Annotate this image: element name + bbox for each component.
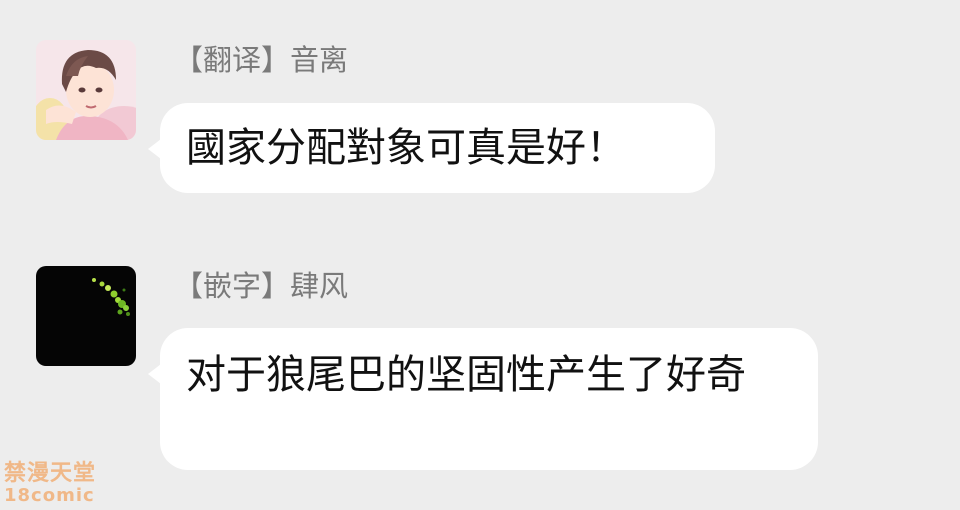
watermark-logo: 禁漫天堂 18comic: [4, 462, 114, 508]
message-bubble[interactable]: 國家分配對象可真是好！: [148, 103, 715, 193]
avatar[interactable]: [36, 40, 136, 140]
dark-green-lights-avatar-icon: [36, 266, 136, 366]
message-bubble[interactable]: 对于狼尾巴的坚固性产生了好奇: [148, 328, 818, 470]
avatar[interactable]: [36, 266, 136, 366]
sender-name: 【嵌字】肆风: [174, 269, 349, 303]
watermark-line2: 18comic: [4, 485, 95, 506]
anime-boy-avatar-icon: [36, 40, 136, 140]
watermark-line1: 禁漫天堂: [4, 461, 97, 486]
sender-name: 【翻译】音离: [174, 43, 349, 77]
